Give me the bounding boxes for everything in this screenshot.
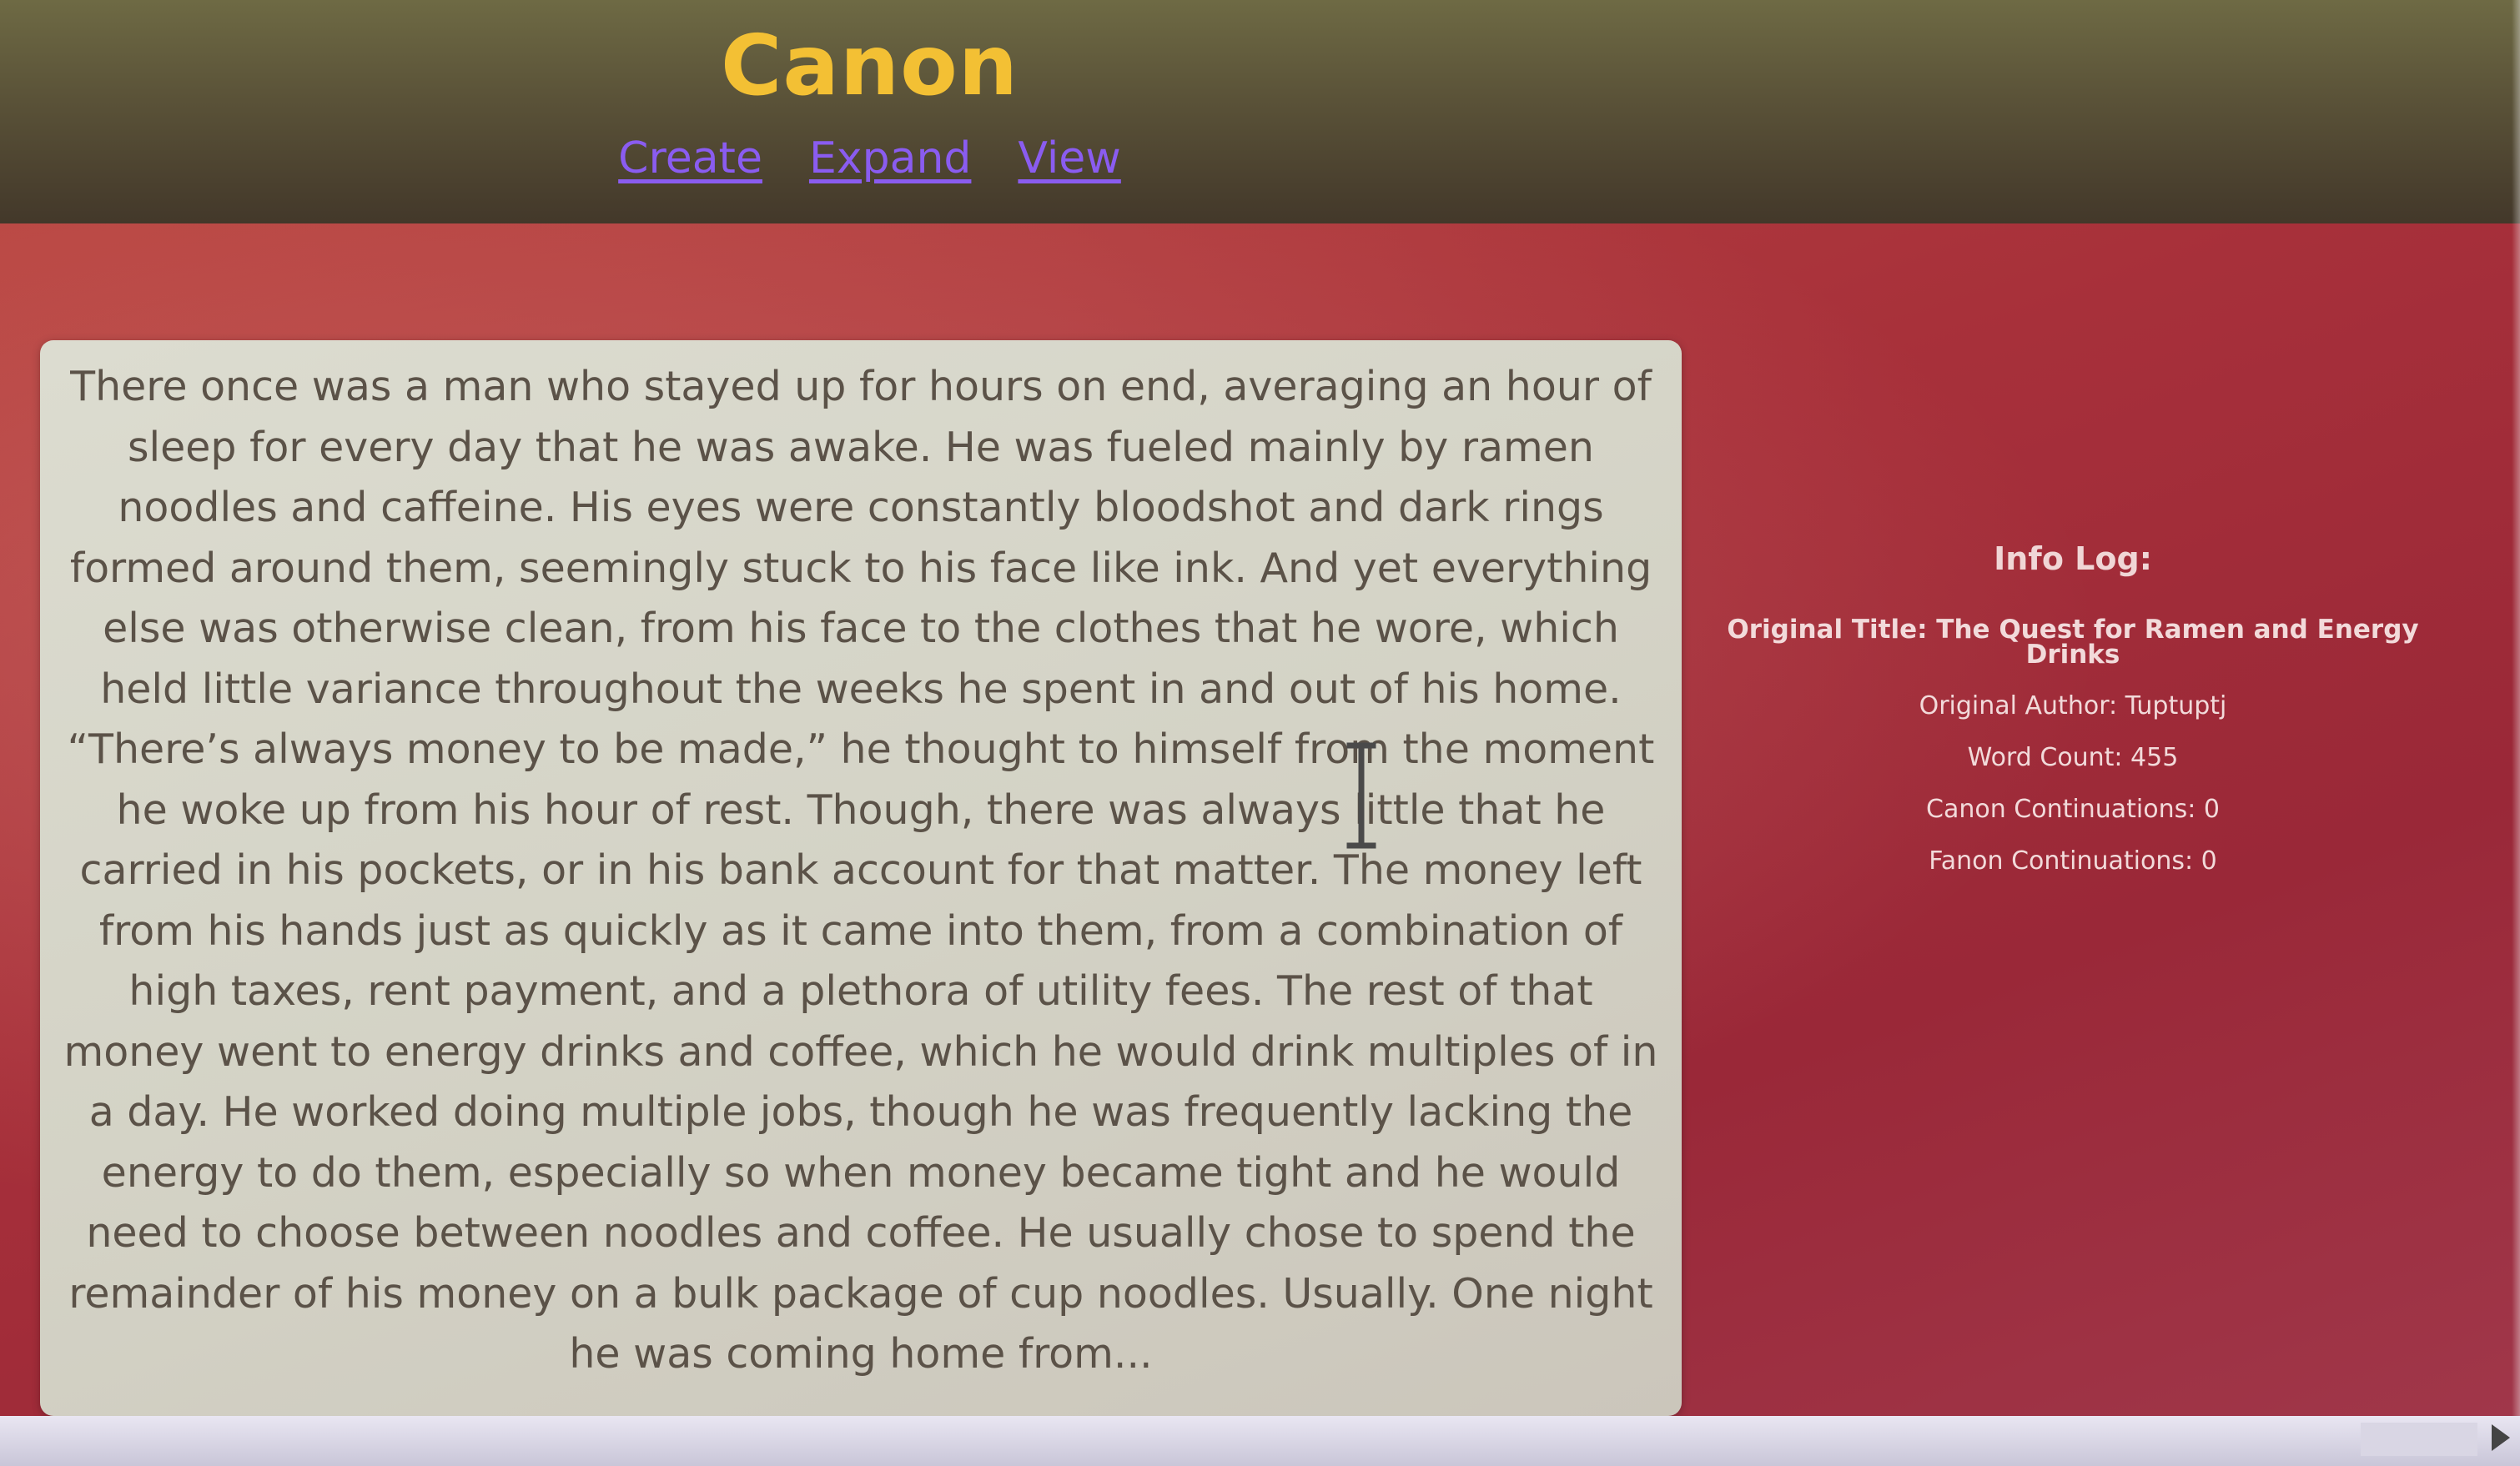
text-cursor-icon	[1346, 742, 1376, 849]
scroll-right-arrow-icon[interactable]	[2492, 1424, 2510, 1451]
screen-edge	[2512, 0, 2520, 1416]
main-content: There once was a man who stayed up for h…	[0, 223, 2520, 1416]
nav-link-view[interactable]: View	[1018, 133, 1120, 183]
site-header: Canon Create Expand View	[0, 0, 2520, 223]
info-log-title: Info Log:	[1994, 540, 2152, 577]
horizontal-scrollbar[interactable]	[0, 1416, 2520, 1466]
story-card: There once was a man who stayed up for h…	[40, 340, 1682, 1416]
scrollbar-thumb[interactable]	[2361, 1423, 2477, 1456]
page: Canon Create Expand View There once was …	[0, 0, 2520, 1466]
info-fanon-continuations: Fanon Continuations: 0	[1929, 846, 2217, 876]
info-original-author: Original Author: Tuptuptj	[1919, 691, 2227, 720]
nav-link-create[interactable]: Create	[618, 133, 762, 183]
nav-link-expand[interactable]: Expand	[809, 133, 971, 183]
info-log-panel: Info Log: Original Title: The Quest for …	[1710, 540, 2436, 901]
site-title: Canon	[721, 17, 1019, 114]
info-canon-continuations: Canon Continuations: 0	[1926, 795, 2220, 824]
info-word-count: Word Count: 455	[1967, 743, 2179, 772]
story-text: There once was a man who stayed up for h…	[63, 363, 1658, 1378]
info-original-title: Original Title: The Quest for Ramen and …	[1727, 615, 2419, 670]
main-nav: Create Expand View	[0, 133, 1739, 183]
